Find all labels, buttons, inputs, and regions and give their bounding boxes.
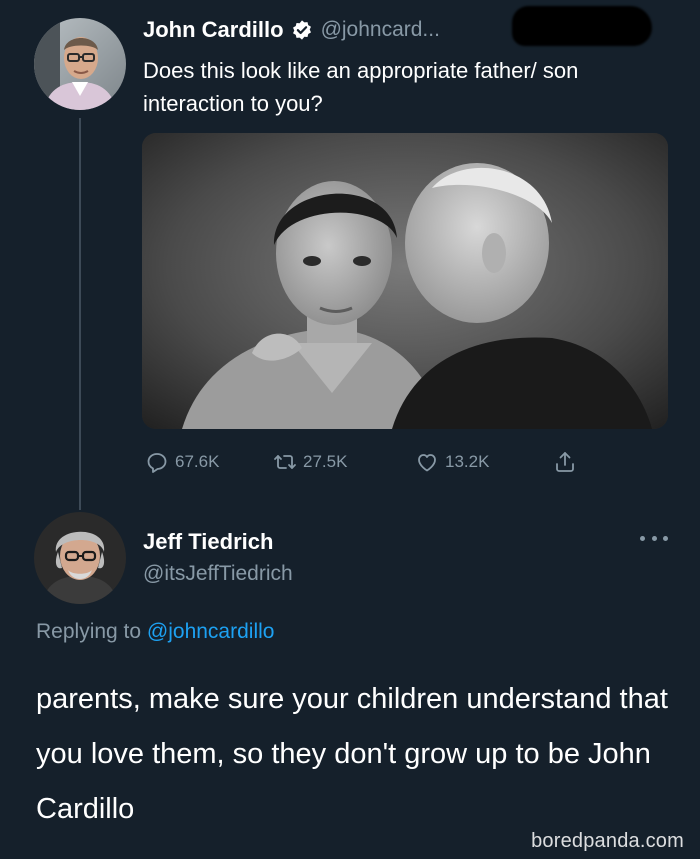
reply-button[interactable]: 67.6K: [145, 448, 219, 476]
watermark: boredpanda.com: [531, 830, 684, 852]
like-button[interactable]: 13.2K: [415, 448, 489, 476]
reply-author-handle[interactable]: @itsJeffTiedrich: [143, 558, 293, 590]
retweet-count: 27.5K: [303, 452, 348, 471]
replying-label: Replying to: [36, 620, 142, 643]
replying-to-link[interactable]: @johncardillo: [147, 620, 275, 643]
retweet-button[interactable]: 27.5K: [273, 448, 347, 476]
like-count: 13.2K: [445, 452, 490, 471]
reply-text: parents, make sure your children underst…: [36, 683, 668, 825]
tweet-actions: 67.6K 27.5K 13.2K: [145, 448, 595, 476]
heart-icon: [418, 454, 436, 472]
tweet-text: Does this look like an appropriate fathe…: [143, 58, 579, 116]
jeff-tiedrich-avatar-image: [34, 512, 126, 604]
reply-count: 67.6K: [175, 452, 220, 471]
retweet-icon: [274, 455, 296, 469]
author-handle[interactable]: @johncard...: [321, 18, 440, 42]
john-cardillo-avatar-image: [34, 18, 126, 110]
tweet-media-image[interactable]: [142, 133, 668, 429]
share-button[interactable]: [553, 448, 583, 476]
photo-illustration: [142, 133, 668, 429]
more-icon-dot: [663, 535, 668, 541]
avatar[interactable]: [34, 512, 126, 604]
more-icon: [640, 535, 645, 541]
replying-to: Replying to @johncardillo: [36, 620, 274, 644]
avatar[interactable]: [34, 18, 126, 110]
thread-line: [79, 118, 81, 510]
more-options-button[interactable]: [640, 530, 668, 546]
share-icon: [556, 452, 574, 472]
reply-icon: [147, 453, 167, 473]
redacted-scribble: [512, 6, 652, 46]
reply-header: Jeff Tiedrich @itsJeffTiedrich: [143, 526, 293, 590]
reply-author-name[interactable]: Jeff Tiedrich: [143, 526, 293, 558]
tweet-header: John Cardillo @johncard...: [143, 14, 440, 46]
author-name[interactable]: John Cardillo: [143, 17, 284, 43]
verified-badge-icon: [291, 19, 313, 41]
more-icon-dot: [651, 535, 657, 541]
